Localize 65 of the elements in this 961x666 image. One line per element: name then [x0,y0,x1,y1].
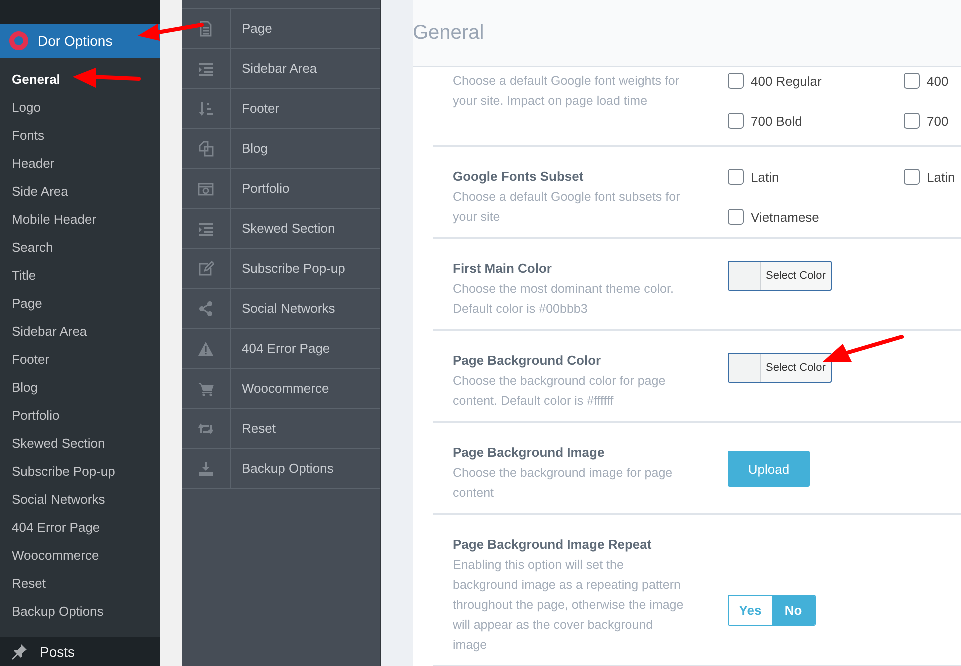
submenu-item[interactable]: Side Area [0,178,160,206]
checkbox-label: 400 Regular [751,74,822,88]
submenu-item[interactable]: Mobile Header [0,206,160,234]
setting-description: Choose the most dominant theme color. Default color is #00bbb3 [453,281,675,318]
cart-icon [198,380,214,396]
checkbox[interactable] [728,169,744,185]
submenu-item[interactable]: 404 Error Page [0,514,160,542]
share-icon [198,300,214,316]
checkbox[interactable] [904,169,920,185]
setting-title: Google Fonts Subset [453,168,585,186]
submenu-item[interactable]: Social Networks [0,486,160,514]
submenu-item[interactable]: Portfolio [0,402,160,430]
copy-icon [198,140,214,156]
annotation-arrow [72,68,142,90]
checkbox[interactable] [728,113,744,129]
setting-description: Choose a default Google font subsets for your site [453,189,682,226]
setting-title: Page Background Image [453,444,606,462]
ring-icon [9,31,29,51]
setting-title: First Main Color [453,260,553,278]
submenu-item[interactable]: Logo [0,94,160,122]
checkbox[interactable] [904,73,920,89]
submenu-item[interactable]: Fonts [0,122,160,150]
document-icon [198,20,214,36]
camera-icon [198,180,214,196]
pin-icon [10,642,28,660]
indent-lines-icon [198,60,214,76]
checkbox[interactable] [904,113,920,129]
submenu-item[interactable]: Search [0,234,160,262]
warning-icon [198,340,214,356]
setting-description: Choose a default Google font weights for your site. Impact on page load time [453,73,681,110]
checkbox-label: Latin [751,170,780,184]
setting-description: Enabling this option will set the background image as a repeating pattern throughout the page, otherwise the image will appear as the cover background image [453,557,685,654]
sort-icon [198,100,214,116]
checkbox-label: Vietnamese [751,210,820,224]
submenu-item[interactable]: Woocommerce [0,542,160,570]
edit-icon [198,260,214,276]
submenu-item[interactable]: Subscribe Pop-up [0,458,160,486]
setting-title: Page Background Image Repeat [453,536,653,554]
submenu-item[interactable]: Reset [0,570,160,598]
checkbox-label: Latin [927,170,956,184]
submenu-item[interactable]: Page [0,290,160,318]
checkbox-label: 700 Bold [751,114,802,128]
checkbox-label: 400 [927,74,949,88]
color-picker-button[interactable]: Select Color [728,261,832,291]
submenu-item[interactable]: Skewed Section [0,430,160,458]
setting-description: Choose the background image for page content [453,465,674,502]
submenu-item[interactable]: Header [0,150,160,178]
checkbox[interactable] [728,73,744,89]
checkbox[interactable] [728,209,744,225]
menu-item[interactable]: Dor Options [0,24,160,58]
submenu-item[interactable]: General [0,66,160,94]
color-picker-button[interactable]: Select Color [728,353,832,383]
submenu-item[interactable]: Title [0,262,160,290]
submenu-item[interactable]: Backup Options [0,598,160,626]
submenu-item[interactable]: Blog [0,374,160,402]
annotation-arrow [136,20,206,42]
submenu-item[interactable]: Sidebar Area [0,318,160,346]
download-icon [198,460,214,476]
page-title: General [413,22,484,44]
submenu-item[interactable]: Footer [0,346,160,374]
menu-item[interactable]: Posts [0,637,160,666]
setting-description: Choose the background color for page content. Default color is #ffffff [453,373,667,410]
setting-title: Page Background Color [453,352,602,370]
indent-lines-icon [198,220,214,236]
checkbox-label: 700 [927,114,949,128]
